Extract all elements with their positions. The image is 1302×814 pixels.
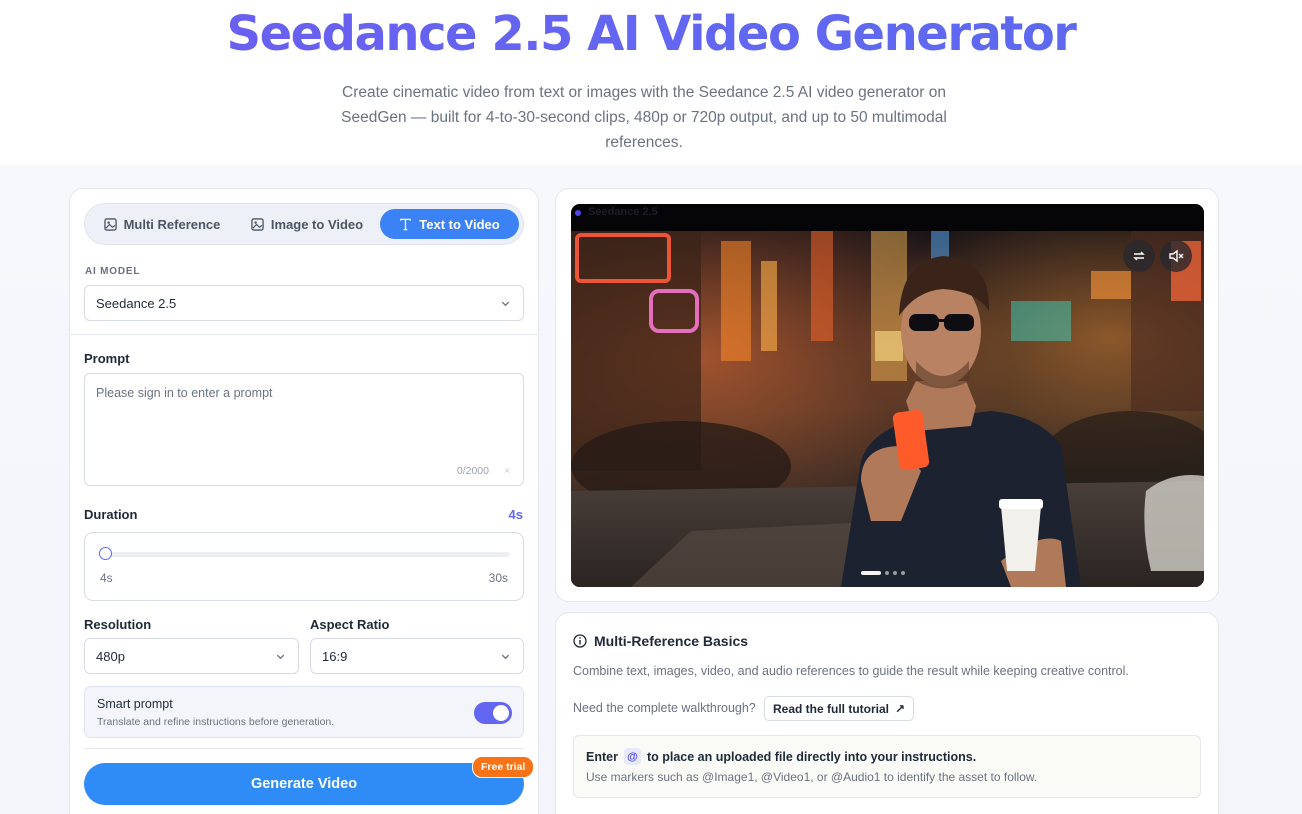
duration-value: 4s <box>508 507 523 522</box>
read-tutorial-button[interactable]: Read the full tutorial ↗ <box>764 696 915 721</box>
smart-prompt-title: Smart prompt <box>97 697 173 711</box>
tip-line-2: Use markers such as @Image1, @Video1, or… <box>586 770 1038 784</box>
aspect-ratio-label: Aspect Ratio <box>310 617 390 632</box>
ai-model-label: AI MODEL <box>85 266 141 277</box>
free-trial-badge: Free trial <box>472 756 535 778</box>
prompt-input[interactable]: Please sign in to enter a prompt 0/2000 … <box>84 373 524 486</box>
carousel-dot[interactable] <box>885 571 889 575</box>
clear-icon[interactable]: × <box>504 466 510 477</box>
info-icon <box>573 634 587 648</box>
walkthrough-text: Need the complete walkthrough? <box>573 701 756 715</box>
external-link-icon: ↗ <box>895 701 906 716</box>
tab-multi-reference[interactable]: Multi Reference <box>91 209 233 239</box>
divider <box>70 334 538 335</box>
tab-text-to-video[interactable]: Text to Video <box>380 209 519 239</box>
tip-rest: to place an uploaded file directly into … <box>646 749 977 764</box>
reference-tip: Enter @ to place an uploaded file direct… <box>573 735 1201 798</box>
video-header: Seedance 2.5 <box>571 204 1204 231</box>
info-title: Multi-Reference Basics <box>594 633 749 649</box>
tip-enter: Enter <box>586 749 618 764</box>
tutorial-label: Read the full tutorial <box>773 701 890 716</box>
preview-panel: Seedance 2.5 <box>555 188 1219 602</box>
mute-icon[interactable] <box>1160 240 1192 272</box>
tip-line-1: Enter @ to place an uploaded file direct… <box>586 748 976 765</box>
carousel-dot[interactable] <box>861 571 881 575</box>
duration-slider-handle[interactable] <box>99 547 112 560</box>
image-icon <box>103 217 117 231</box>
carousel-dots[interactable] <box>861 571 905 575</box>
generator-panel: Multi Reference Image to Video Text to V… <box>69 188 539 814</box>
loop-icon[interactable] <box>1123 240 1155 272</box>
model-select[interactable]: Seedance 2.5 <box>84 285 524 321</box>
resolution-label: Resolution <box>84 617 152 632</box>
carousel-dot[interactable] <box>893 571 897 575</box>
toggle-knob <box>493 705 509 721</box>
aspect-ratio-select[interactable]: 16:9 <box>310 638 524 674</box>
chevron-down-icon <box>276 654 285 660</box>
tab-image-to-video[interactable]: Image to Video <box>237 209 377 239</box>
resolution-select[interactable]: 480p <box>84 638 299 674</box>
chevron-down-icon <box>501 654 510 660</box>
prompt-label: Prompt <box>84 351 130 366</box>
duration-slider-container: 4s 30s <box>84 532 524 601</box>
slider-max-label: 30s <box>488 571 508 585</box>
resolution-value: 480p <box>96 648 125 664</box>
duration-slider-track[interactable] <box>100 552 510 557</box>
model-dot-icon <box>575 210 581 216</box>
smart-prompt-toggle[interactable] <box>474 702 512 724</box>
prompt-placeholder: Please sign in to enter a prompt <box>96 386 273 400</box>
divider <box>84 748 524 749</box>
page-subtitle: Create cinematic video from text or imag… <box>341 84 947 151</box>
smart-prompt-desc: Translate and refine instructions before… <box>97 716 335 728</box>
tab-label: Text to Video <box>419 216 500 232</box>
carousel-dot[interactable] <box>901 571 905 575</box>
chevron-down-icon <box>501 301 510 307</box>
tab-label: Multi Reference <box>123 216 221 232</box>
info-description: Combine text, images, video, and audio r… <box>573 664 1129 678</box>
smart-prompt-row: Smart prompt Translate and refine instru… <box>84 686 524 738</box>
character-counter: 0/2000 <box>456 465 489 477</box>
video-frame-image <box>571 231 1204 587</box>
slider-min-label: 4s <box>100 571 113 585</box>
duration-label: Duration <box>84 507 138 522</box>
generate-video-button[interactable]: Generate Video <box>84 763 524 805</box>
model-select-value: Seedance 2.5 <box>96 295 177 311</box>
at-symbol-badge: @ <box>623 748 641 765</box>
video-player[interactable]: Seedance 2.5 <box>571 204 1204 587</box>
image-icon <box>251 217 264 231</box>
video-model-label: Seedance 2.5 <box>588 206 658 218</box>
page-title: Seedance 2.5 AI Video Generator <box>0 6 1302 62</box>
aspect-ratio-value: 16:9 <box>322 648 348 664</box>
tab-label: Image to Video <box>270 216 364 232</box>
info-panel: Multi-Reference Basics Combine text, ima… <box>555 612 1219 814</box>
mode-tabs: Multi Reference Image to Video Text to V… <box>84 203 524 245</box>
text-icon <box>399 218 412 231</box>
